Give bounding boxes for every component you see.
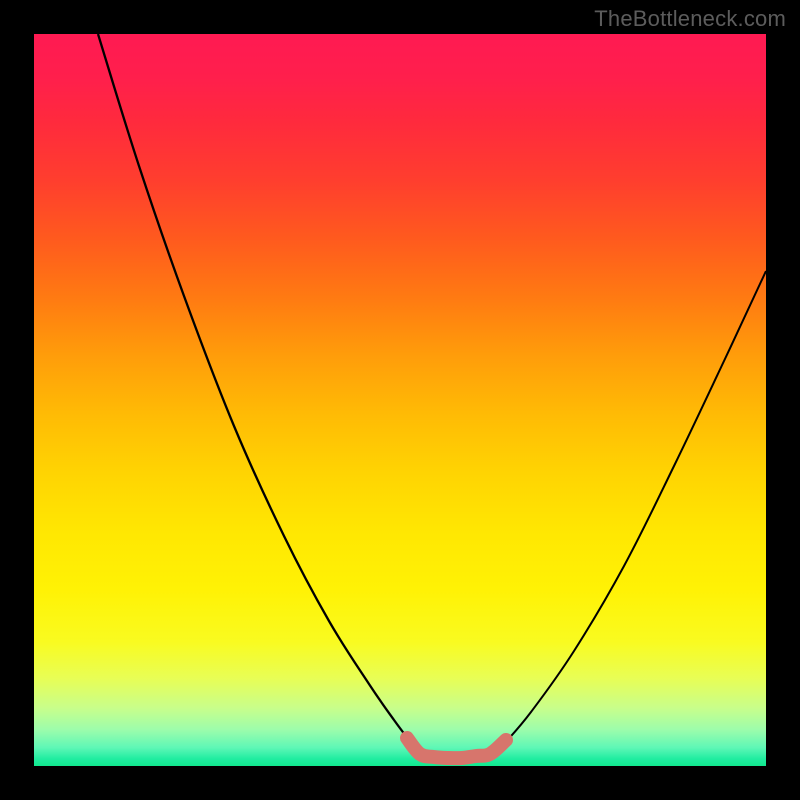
watermark-text: TheBottleneck.com (594, 6, 786, 32)
background-gradient (34, 34, 766, 766)
chart-canvas: TheBottleneck.com (0, 0, 800, 800)
plot-area (34, 34, 766, 766)
